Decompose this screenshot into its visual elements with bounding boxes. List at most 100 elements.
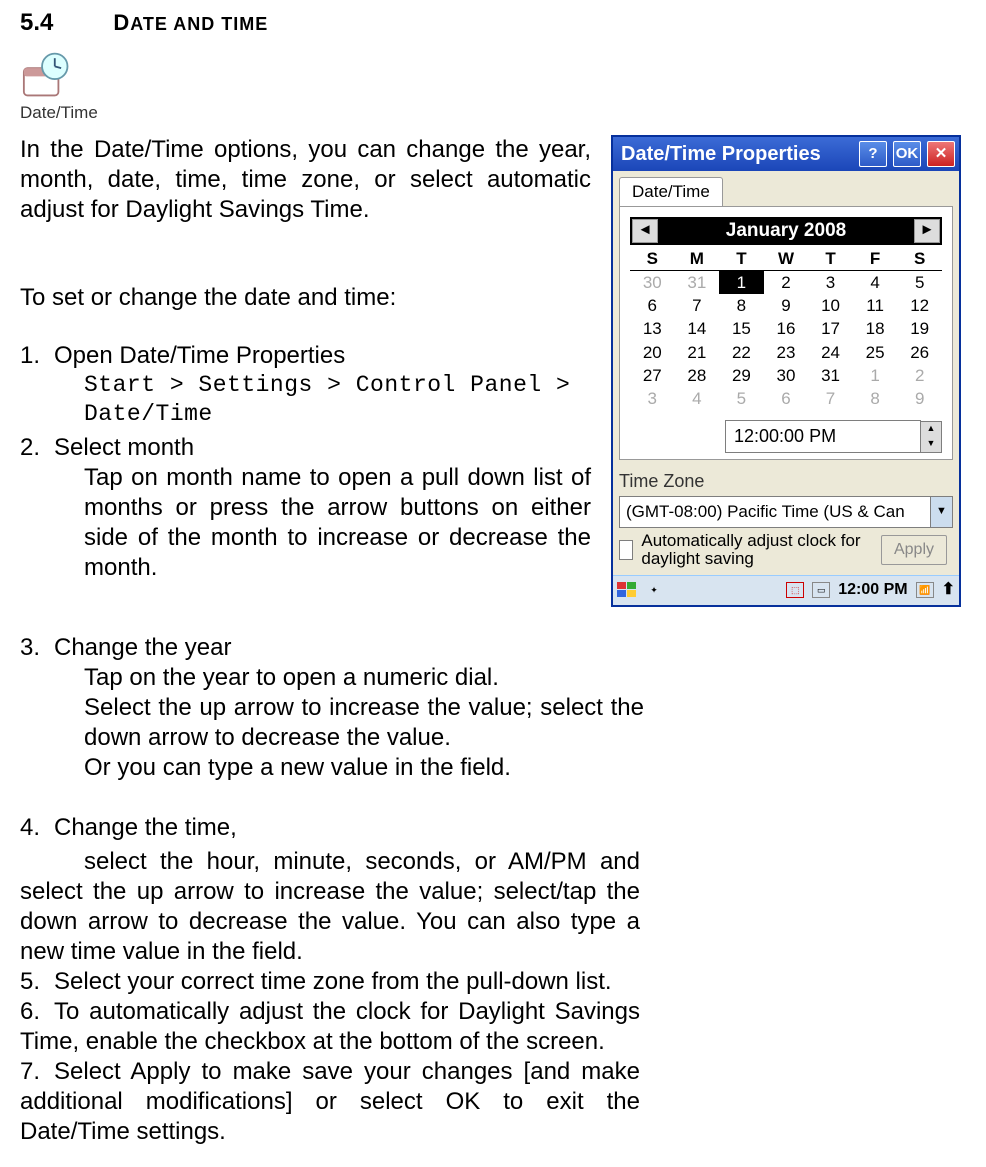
time-input[interactable]: 12:00:00 PM (725, 420, 921, 453)
calendar-day[interactable]: 7 (675, 294, 720, 317)
calendar-day[interactable]: 30 (764, 364, 809, 387)
timezone-dropdown-icon[interactable]: ▼ (931, 496, 953, 527)
calendar-day[interactable]: 31 (675, 270, 720, 294)
step-7-num: 7. (20, 1057, 54, 1087)
tray-battery-icon[interactable]: ▭ (812, 582, 830, 598)
section-title: DATE AND TIME (113, 9, 268, 37)
calendar-day[interactable]: 3 (808, 270, 853, 294)
calendar-day[interactable]: 5 (719, 387, 764, 410)
calendar-day[interactable]: 9 (764, 294, 809, 317)
calendar-day[interactable]: 4 (853, 270, 898, 294)
calendar-day[interactable]: 15 (719, 317, 764, 340)
calendar-day[interactable]: 8 (853, 387, 898, 410)
dst-checkbox[interactable] (619, 540, 633, 560)
step-6-title: To automatically adjust the clock for Da… (20, 998, 640, 1055)
intro-paragraph: In the Date/Time options, you can change… (20, 135, 591, 225)
calendar-day[interactable]: 1 (719, 270, 764, 294)
calendar-grid[interactable]: SMTWTFS 30311234567891011121314151617181… (630, 247, 942, 411)
prev-month-button[interactable]: ◄ (632, 219, 658, 243)
calendar-day[interactable]: 1 (853, 364, 898, 387)
step-1-code-2: Date/Time (84, 400, 591, 429)
calendar-day[interactable]: 13 (630, 317, 675, 340)
calendar-day[interactable]: 7 (808, 387, 853, 410)
taskbar: ✦ ⬚ ▭ 12:00 PM 📶 ⬆ (613, 575, 959, 605)
step-2-num: 2. (20, 433, 54, 463)
calendar-month-label[interactable]: January 2008 (660, 219, 912, 243)
tray-icon-4[interactable]: ⬆ (942, 580, 955, 600)
calendar-day[interactable]: 6 (764, 387, 809, 410)
calendar-day[interactable]: 31 (808, 364, 853, 387)
ok-button[interactable]: OK (893, 141, 921, 167)
calendar-day[interactable]: 18 (853, 317, 898, 340)
calendar-day[interactable]: 2 (764, 270, 809, 294)
timezone-label: Time Zone (619, 470, 959, 493)
dst-checkbox-label: Automatically adjust clock for daylight … (641, 532, 873, 569)
section-number: 5.4 (20, 8, 53, 38)
calendar-day[interactable]: 20 (630, 341, 675, 364)
calendar-day[interactable]: 26 (897, 341, 942, 364)
step-1-title: Open Date/Time Properties (54, 341, 591, 371)
calendar-day[interactable]: 21 (675, 341, 720, 364)
calendar-day[interactable]: 14 (675, 317, 720, 340)
calendar-dow: T (808, 247, 853, 271)
calendar-day[interactable]: 25 (853, 341, 898, 364)
steps-list-cont: 3.Change the year Tap on the year to ope… (20, 633, 966, 783)
calendar-day[interactable]: 6 (630, 294, 675, 317)
taskbar-clock: 12:00 PM (838, 580, 907, 600)
calendar-day[interactable]: 29 (719, 364, 764, 387)
calendar-day[interactable]: 16 (764, 317, 809, 340)
calendar-dow: S (897, 247, 942, 271)
calendar-dow: M (675, 247, 720, 271)
step-6-num: 6. (20, 997, 54, 1027)
time-spinner[interactable]: ▲▼ (921, 421, 942, 453)
calendar-day[interactable]: 24 (808, 341, 853, 364)
calendar-day[interactable]: 27 (630, 364, 675, 387)
calendar-day[interactable]: 8 (719, 294, 764, 317)
tray-icon-3[interactable]: 📶 (916, 582, 934, 598)
tab-date-time[interactable]: Date/Time (619, 177, 723, 205)
step-2-title: Select month (54, 433, 591, 463)
step-1-code-1: Start > Settings > Control Panel > (84, 371, 591, 400)
close-button[interactable]: ✕ (927, 141, 955, 167)
calendar-day[interactable]: 17 (808, 317, 853, 340)
calendar-header: ◄ January 2008 ► (630, 217, 942, 245)
step-1-num: 1. (20, 341, 54, 371)
calendar-dow: F (853, 247, 898, 271)
calendar-dow: T (719, 247, 764, 271)
spin-up-icon[interactable]: ▲ (921, 422, 941, 437)
calendar-day[interactable]: 2 (897, 364, 942, 387)
tray-icon-2[interactable]: ⬚ (786, 582, 804, 598)
help-button[interactable]: ? (859, 141, 887, 167)
date-time-icon-label: Date/Time (20, 102, 966, 123)
date-time-icon (20, 50, 75, 100)
calendar-day[interactable]: 9 (897, 387, 942, 410)
calendar-dow: W (764, 247, 809, 271)
step-4-num: 4. (20, 813, 54, 843)
calendar-day[interactable]: 30 (630, 270, 675, 294)
step-7-title: Select Apply to make save your changes [… (20, 1058, 640, 1145)
step-3-title: Change the year (54, 633, 966, 663)
calendar-day[interactable]: 28 (675, 364, 720, 387)
calendar-day[interactable]: 22 (719, 341, 764, 364)
spin-down-icon[interactable]: ▼ (921, 437, 941, 452)
timezone-select[interactable]: (GMT-08:00) Pacific Time (US & Can (619, 496, 931, 527)
step-3-b2: Select the up arrow to increase the valu… (84, 693, 644, 753)
tray-icon-1[interactable]: ✦ (645, 582, 663, 598)
calendar-day[interactable]: 4 (675, 387, 720, 410)
step-2-body: Tap on month name to open a pull down li… (84, 463, 591, 583)
step-4-title: Change the time, (54, 813, 640, 843)
apply-button[interactable]: Apply (881, 535, 947, 565)
calendar-day[interactable]: 10 (808, 294, 853, 317)
section-title-rest: ATE AND TIME (130, 14, 268, 34)
calendar-day[interactable]: 3 (630, 387, 675, 410)
step-3-num: 3. (20, 633, 54, 663)
calendar-day[interactable]: 19 (897, 317, 942, 340)
calendar-day[interactable]: 5 (897, 270, 942, 294)
calendar-day[interactable]: 11 (853, 294, 898, 317)
next-month-button[interactable]: ► (914, 219, 940, 243)
calendar-day[interactable]: 23 (764, 341, 809, 364)
calendar-day[interactable]: 12 (897, 294, 942, 317)
start-flag-icon[interactable] (617, 582, 637, 598)
step-3-b3: Or you can type a new value in the field… (84, 753, 644, 783)
calendar-dow: S (630, 247, 675, 271)
